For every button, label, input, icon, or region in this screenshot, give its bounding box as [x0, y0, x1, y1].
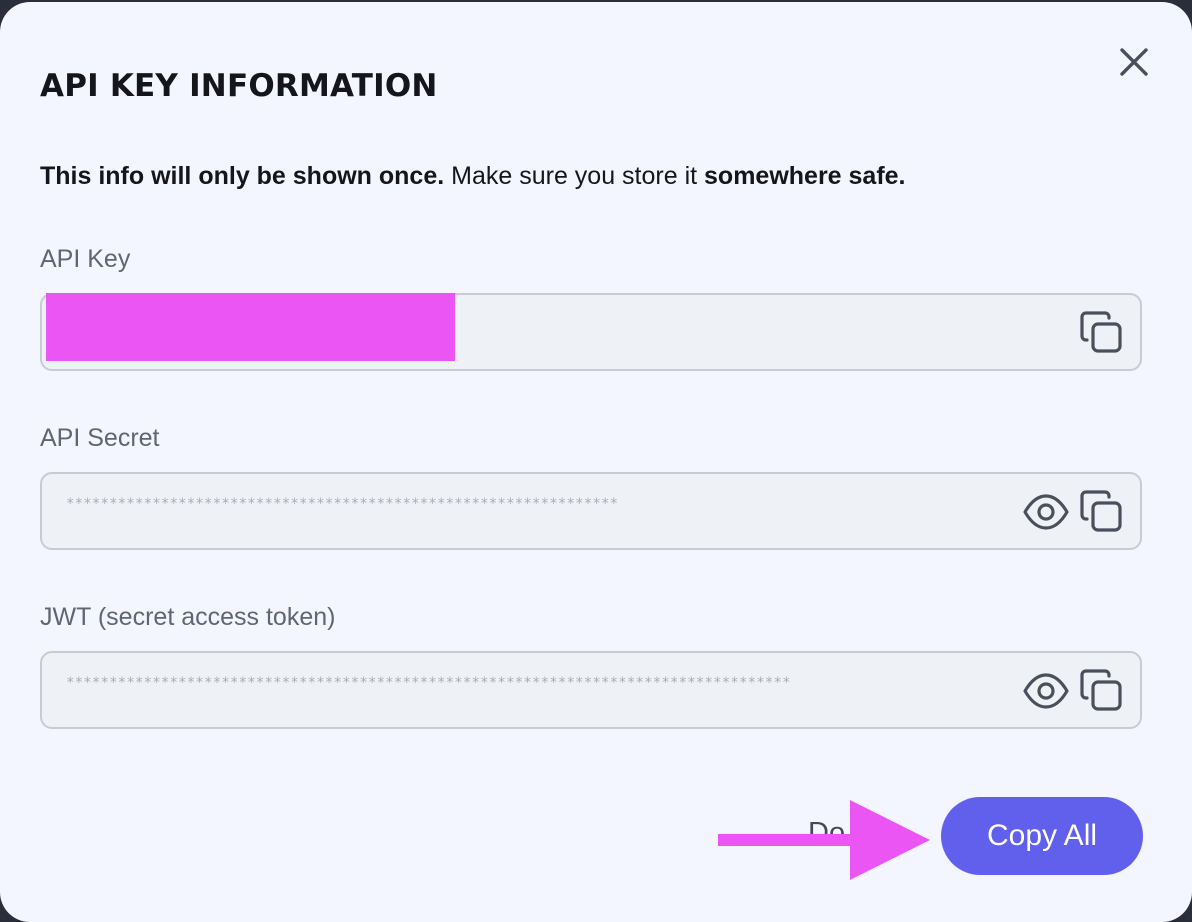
- reveal-jwt-button[interactable]: [1022, 667, 1070, 715]
- copy-icon: [1080, 669, 1122, 711]
- api-key-label: API Key: [40, 245, 131, 273]
- close-icon: [1120, 48, 1148, 76]
- reveal-api-secret-button[interactable]: [1022, 488, 1070, 536]
- notice-middle: Make sure you store it: [444, 162, 705, 190]
- notice-bold-start: This info will only be shown once.: [40, 162, 445, 190]
- arrow-right-icon: [718, 800, 930, 880]
- security-notice: This info will only be shown once. Make …: [40, 162, 906, 191]
- api-key-modal: API KEY INFORMATION This info will only …: [0, 2, 1192, 922]
- api-secret-value: ****************************************…: [66, 496, 619, 512]
- copy-icon: [1080, 311, 1122, 353]
- copy-all-button[interactable]: Copy All: [941, 797, 1143, 875]
- api-secret-field[interactable]: ****************************************…: [40, 472, 1142, 550]
- jwt-label: JWT (secret access token): [40, 603, 336, 631]
- copy-icon: [1080, 490, 1122, 532]
- jwt-value: ****************************************…: [66, 675, 791, 691]
- eye-icon: [1023, 494, 1069, 530]
- jwt-field[interactable]: ****************************************…: [40, 651, 1142, 729]
- api-secret-label: API Secret: [40, 424, 160, 452]
- copy-api-secret-button[interactable]: [1076, 486, 1126, 536]
- close-button[interactable]: [1114, 42, 1154, 82]
- copy-api-key-button[interactable]: [1076, 307, 1126, 357]
- notice-bold-end: somewhere safe.: [704, 162, 906, 190]
- redaction-overlay: [46, 293, 455, 361]
- eye-icon: [1023, 673, 1069, 709]
- copy-jwt-button[interactable]: [1076, 665, 1126, 715]
- modal-title: API KEY INFORMATION: [40, 68, 438, 104]
